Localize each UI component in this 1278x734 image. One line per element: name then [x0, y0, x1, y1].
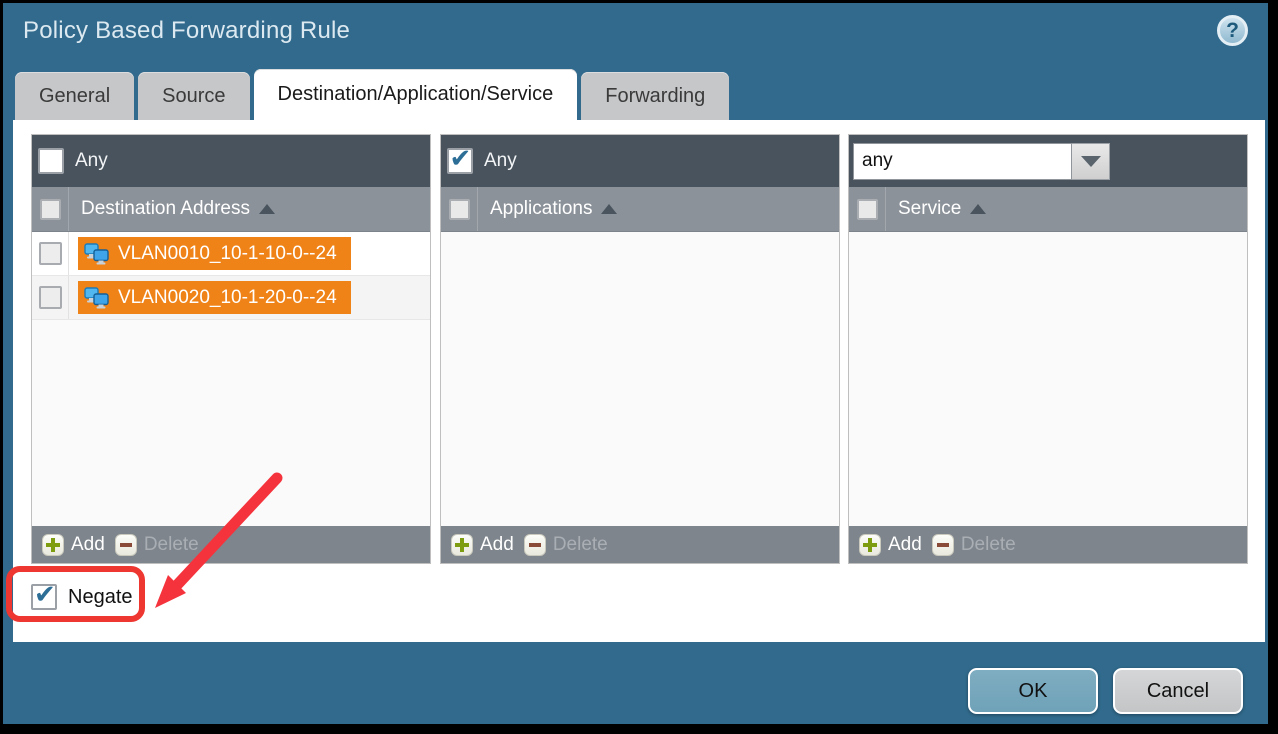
sort-ascending-icon — [970, 204, 986, 214]
address-object-label: VLAN0020_10-1-20-0--24 — [118, 287, 337, 309]
minus-icon — [115, 534, 137, 556]
delete-button[interactable]: Delete — [524, 534, 608, 556]
service-toolbar: Add Delete — [849, 526, 1247, 563]
destination-list: VLAN0010_10-1-10-0--24 — [32, 232, 430, 526]
destination-column-header[interactable]: Destination Address — [81, 198, 275, 220]
add-button[interactable]: Add — [42, 534, 105, 556]
destination-select-all-checkbox[interactable] — [40, 199, 61, 220]
applications-panel: Any Applications Add — [440, 134, 840, 564]
service-dropdown: any — [853, 143, 1110, 180]
applications-select-all-checkbox[interactable] — [449, 199, 470, 220]
destination-header-row: Destination Address — [32, 187, 430, 232]
service-list — [849, 232, 1247, 526]
plus-icon — [859, 534, 881, 556]
applications-any-bar: Any — [441, 135, 839, 187]
network-icon — [84, 243, 110, 265]
applications-column-header[interactable]: Applications — [490, 198, 617, 220]
destination-panel: Any Destination Address — [31, 134, 431, 564]
negate-label: Negate — [68, 586, 133, 609]
service-panel: any Service — [848, 134, 1248, 564]
minus-icon — [932, 534, 954, 556]
destination-any-label: Any — [75, 150, 108, 172]
tab-destination-application-service[interactable]: Destination/Application/Service — [254, 69, 578, 120]
service-select-all-checkbox[interactable] — [857, 199, 878, 220]
sort-ascending-icon — [601, 204, 617, 214]
applications-any-checkbox[interactable] — [447, 148, 473, 174]
page: Policy Based Forwarding Rule ? General S… — [0, 0, 1278, 734]
sort-ascending-icon — [259, 204, 275, 214]
tab-content: Any Destination Address — [13, 120, 1265, 642]
tab-forwarding[interactable]: Forwarding — [581, 72, 729, 120]
network-icon — [84, 287, 110, 309]
applications-header-row: Applications — [441, 187, 839, 232]
destination-row-checkbox[interactable] — [39, 286, 62, 309]
table-row: VLAN0020_10-1-20-0--24 — [32, 276, 430, 320]
delete-button[interactable]: Delete — [115, 534, 199, 556]
applications-list — [441, 232, 839, 526]
tab-source[interactable]: Source — [138, 72, 249, 120]
service-dropdown-value[interactable]: any — [853, 143, 1072, 180]
ok-button[interactable]: OK — [968, 668, 1098, 714]
service-header-row: Service — [849, 187, 1247, 232]
applications-any-label: Any — [484, 150, 517, 172]
service-column-header[interactable]: Service — [898, 198, 986, 220]
tab-bar: General Source Destination/Application/S… — [15, 69, 729, 120]
negate-row: Negate — [31, 584, 133, 610]
tab-general[interactable]: General — [15, 72, 134, 120]
plus-icon — [451, 534, 473, 556]
cancel-button[interactable]: Cancel — [1113, 668, 1243, 714]
policy-forwarding-dialog: Policy Based Forwarding Rule ? General S… — [3, 3, 1268, 724]
negate-checkbox[interactable] — [31, 584, 57, 610]
help-icon[interactable]: ? — [1217, 15, 1248, 46]
add-button[interactable]: Add — [859, 534, 922, 556]
address-object-label: VLAN0010_10-1-10-0--24 — [118, 243, 337, 265]
table-row: VLAN0010_10-1-10-0--24 — [32, 232, 430, 276]
plus-icon — [42, 534, 64, 556]
service-dropdown-button[interactable] — [1072, 143, 1110, 180]
applications-toolbar: Add Delete — [441, 526, 839, 563]
destination-any-bar: Any — [32, 135, 430, 187]
dialog-title: Policy Based Forwarding Rule — [23, 17, 350, 45]
address-object-chip[interactable]: VLAN0020_10-1-20-0--24 — [78, 281, 351, 314]
service-any-bar: any — [849, 135, 1247, 187]
add-button[interactable]: Add — [451, 534, 514, 556]
destination-toolbar: Add Delete — [32, 526, 430, 563]
minus-icon — [524, 534, 546, 556]
destination-row-checkbox[interactable] — [39, 242, 62, 265]
destination-any-checkbox[interactable] — [38, 148, 64, 174]
delete-button[interactable]: Delete — [932, 534, 1016, 556]
address-object-chip[interactable]: VLAN0010_10-1-10-0--24 — [78, 237, 351, 270]
chevron-down-icon — [1081, 156, 1101, 167]
